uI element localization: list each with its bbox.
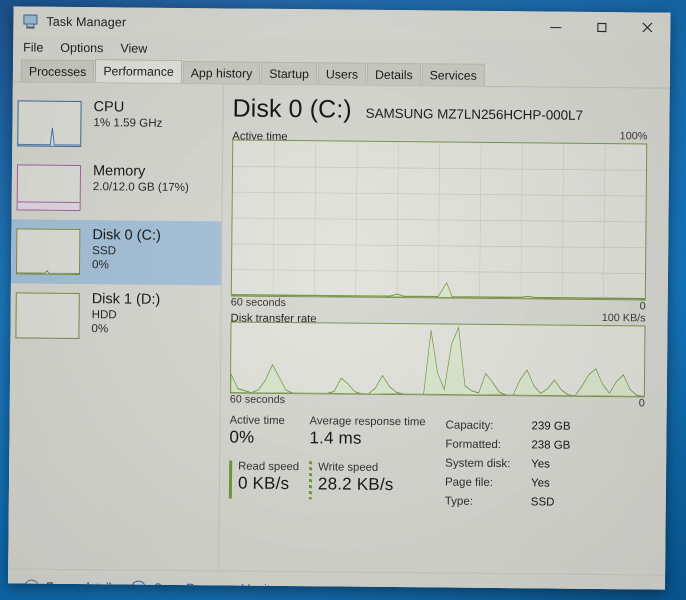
info-value-system-disk: Yes — [531, 458, 551, 471]
active-time-plot — [231, 140, 647, 300]
active-time-time-label: 60 seconds — [230, 296, 287, 310]
menu-item-options[interactable]: Options — [60, 41, 103, 55]
stat-column-middle: Average response time 1.4 ms Write speed… — [308, 415, 438, 512]
info-row-capacity: Capacity: 239 GB — [445, 417, 570, 437]
sidebar-title-disk-1: Disk 1 (D:) — [91, 291, 161, 308]
tab-performance[interactable]: Performance — [95, 59, 182, 83]
info-key-system-disk: System disk: — [445, 457, 511, 471]
sidebar-usage-disk-1: 0% — [91, 321, 109, 336]
sidebar-item-cpu[interactable]: CPU 1% 1.59 GHz — [12, 91, 223, 157]
read-speed-stat: Read speed 0 KB/s — [228, 460, 309, 499]
menu-item-file[interactable]: File — [23, 40, 43, 54]
tab-startup[interactable]: Startup — [261, 61, 318, 85]
window-controls — [532, 11, 670, 42]
task-manager-icon — [22, 13, 38, 29]
window-title: Task Manager — [46, 14, 127, 30]
active-time-graph-max: 100% — [619, 130, 648, 143]
title-bar: Task Manager — [13, 6, 671, 43]
close-button[interactable] — [624, 12, 670, 42]
read-speed-label: Read speed — [238, 460, 300, 474]
read-speed-value: 0 KB/s — [237, 473, 290, 494]
sidebar-text-cpu: CPU 1% 1.59 GHz — [93, 98, 162, 130]
sidebar-sub-disk-1: HDD — [91, 308, 117, 322]
tab-processes[interactable]: Processes — [20, 59, 95, 83]
avg-response-time-label: Average response time — [309, 415, 426, 429]
sidebar-item-memory[interactable]: Memory 2.0/12.0 GB (17%) — [12, 155, 223, 221]
sidebar-item-disk-1[interactable]: Disk 1 (D:) HDD 0% — [10, 283, 221, 349]
sidebar-text-disk-0: Disk 0 (C:) SSD 0% — [92, 226, 161, 272]
content-area: CPU 1% 1.59 GHz Memory 2.0/12.0 GB (17%) — [8, 82, 670, 575]
menu-item-view[interactable]: View — [120, 41, 147, 55]
disk-1-thumbnail-graph — [15, 292, 80, 340]
avg-response-time-value: 1.4 ms — [309, 428, 362, 448]
sidebar-item-disk-0[interactable]: Disk 0 (C:) SSD 0% — [10, 219, 222, 286]
sidebar-sub-cpu: 1% 1.59 GHz — [93, 116, 163, 130]
sidebar-text-memory: Memory 2.0/12.0 GB (17%) — [93, 162, 189, 195]
sidebar-title-memory: Memory — [92, 163, 146, 180]
transfer-rate-min-label: 0 — [638, 397, 645, 410]
read-speed-legend-icon — [228, 460, 233, 499]
resource-sidebar: CPU 1% 1.59 GHz Memory 2.0/12.0 GB (17%) — [8, 82, 224, 571]
info-row-system-disk: System disk: Yes — [445, 455, 570, 475]
info-key-page-file: Page file: — [444, 476, 494, 490]
cpu-thumbnail-graph — [17, 100, 82, 148]
info-value-formatted: 238 GB — [531, 439, 571, 452]
info-value-page-file: Yes — [530, 477, 550, 490]
info-key-type: Type: — [444, 495, 474, 509]
sidebar-usage-disk-0: 0% — [92, 257, 109, 272]
sidebar-sub-memory: 2.0/12.0 GB (17%) — [92, 180, 189, 195]
active-time-stat-label: Active time — [229, 414, 285, 427]
info-row-formatted: Formatted: 238 GB — [445, 436, 570, 456]
write-speed-legend-icon — [308, 461, 313, 500]
transfer-rate-graph-max: 100 KB/s — [601, 312, 646, 325]
write-speed-value: 28.2 KB/s — [317, 474, 394, 495]
sidebar-text-disk-1: Disk 1 (D:) HDD 0% — [91, 290, 160, 336]
disk-transfer-rate-graph — [229, 321, 646, 398]
write-speed-label: Write speed — [318, 461, 379, 474]
active-time-stat-value: 0% — [229, 427, 255, 447]
write-speed-stat: Write speed 28.2 KB/s — [308, 461, 437, 500]
active-time-stat: Active time 0% — [229, 414, 309, 448]
disk-0-thumbnail-graph — [15, 228, 81, 276]
active-time-graph — [230, 139, 648, 301]
info-key-capacity: Capacity: — [445, 419, 494, 432]
tab-app-history[interactable]: App history — [182, 60, 261, 84]
maximize-button[interactable] — [578, 12, 624, 42]
transfer-rate-time-label: 60 seconds — [229, 393, 286, 406]
tab-services[interactable]: Services — [421, 63, 485, 86]
memory-thumbnail-graph — [16, 164, 82, 212]
tab-details[interactable]: Details — [366, 62, 421, 86]
disk-transfer-rate-plot — [230, 326, 644, 397]
sidebar-title-cpu: CPU — [93, 99, 125, 116]
tab-users[interactable]: Users — [317, 62, 367, 85]
minimize-button[interactable] — [532, 11, 578, 41]
device-header: Disk 0 (C:) SAMSUNG MZ7LN256HCHP-000L7 — [232, 94, 647, 127]
sidebar-title-disk-0: Disk 0 (C:) — [92, 227, 161, 244]
avg-response-time-stat: Average response time 1.4 ms — [309, 415, 437, 449]
device-model: SAMSUNG MZ7LN256HCHP-000L7 — [365, 105, 584, 123]
disk-info-table: Capacity: 239 GB Formatted: 238 GB Syste… — [445, 417, 571, 514]
info-row-page-file: Page file: Yes — [445, 474, 570, 494]
disk-statistics: Active time 0% Read speed 0 KB/s Average… — [228, 414, 645, 514]
stat-column-left: Active time 0% Read speed 0 KB/s — [228, 414, 310, 510]
active-time-min-label: 0 — [639, 300, 646, 313]
sidebar-sub-disk-0: SSD — [92, 244, 117, 258]
info-row-type: Type: SSD — [445, 493, 570, 513]
info-value-type: SSD — [530, 496, 555, 509]
performance-detail-panel: Disk 0 (C:) SAMSUNG MZ7LN256HCHP-000L7 A… — [219, 84, 670, 574]
info-key-formatted: Formatted: — [445, 438, 502, 452]
page-title: Disk 0 (C:) — [232, 94, 352, 124]
task-manager-window: Task Manager File Options View Processes… — [8, 6, 671, 590]
info-value-capacity: 239 GB — [531, 420, 571, 433]
